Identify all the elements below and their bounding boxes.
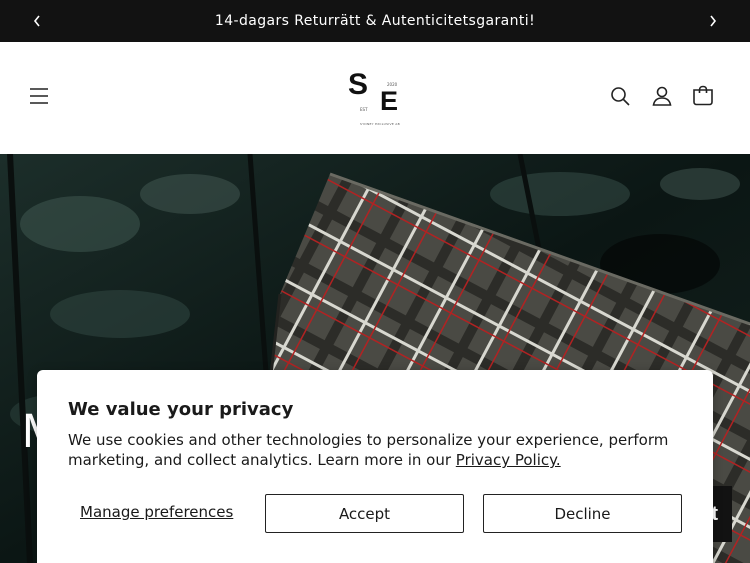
logo-letter-e: E [380, 86, 399, 116]
announcement-bar: 14-dagars Returrätt & Autenticitetsgaran… [0, 0, 750, 42]
chevron-right-icon [710, 15, 717, 27]
accept-button[interactable]: Accept [265, 494, 464, 533]
next-announcement-button[interactable] [693, 0, 733, 42]
search-button[interactable] [608, 84, 632, 108]
cookie-title: We value your privacy [68, 399, 294, 420]
cookie-description-text: We use cookies and other technologies to… [68, 431, 669, 469]
menu-icon [30, 88, 48, 104]
cookie-description: We use cookies and other technologies to… [68, 430, 688, 470]
logo-est: EST [360, 107, 368, 112]
site-header: S E EST 2020 SYDNEY EXCLUSIVE AB [0, 42, 750, 154]
cookie-banner: We value your privacy We use cookies and… [37, 370, 713, 563]
prev-announcement-button[interactable] [17, 0, 57, 42]
privacy-policy-link[interactable]: Privacy Policy. [456, 451, 561, 469]
account-icon [652, 86, 672, 106]
logo[interactable]: S E EST 2020 SYDNEY EXCLUSIVE AB [346, 68, 408, 130]
account-button[interactable] [650, 84, 674, 108]
logo-letter-s: S [348, 68, 369, 101]
logo-year: 2020 [387, 82, 398, 87]
decline-button[interactable]: Decline [483, 494, 682, 533]
cart-icon [693, 85, 713, 106]
cart-button[interactable] [691, 84, 715, 108]
chevron-left-icon [33, 15, 40, 27]
manage-preferences-link[interactable]: Manage preferences [80, 503, 233, 521]
menu-button[interactable] [27, 84, 51, 108]
announcement-text: 14-dagars Returrätt & Autenticitetsgaran… [214, 13, 536, 29]
logo-tagline: SYDNEY EXCLUSIVE AB [360, 122, 401, 126]
search-icon [611, 87, 630, 106]
